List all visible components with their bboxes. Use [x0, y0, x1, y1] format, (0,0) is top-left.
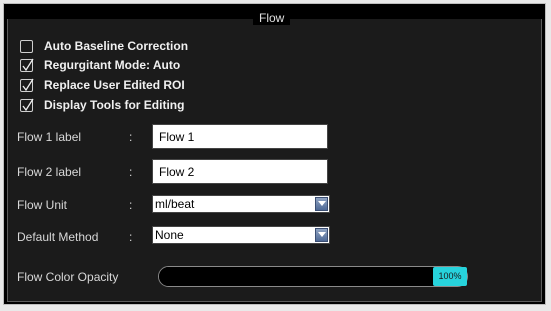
opacity-slider[interactable]: [158, 266, 468, 287]
opacity-label: Flow Color Opacity: [17, 270, 119, 284]
regurgitant-mode-checkbox[interactable]: [20, 58, 34, 72]
flow2-label: Flow 2 label: [17, 165, 82, 179]
display-tools-checkbox-row[interactable]: Display Tools for Editing: [20, 97, 184, 113]
replace-roi-checkbox[interactable]: [20, 78, 34, 92]
checkmark-icon: [22, 98, 34, 111]
regurgitant-mode-checkbox-row[interactable]: Regurgitant Mode: Auto: [20, 57, 180, 73]
flow2-colon: :: [129, 165, 133, 179]
display-tools-checkbox[interactable]: [20, 98, 34, 112]
default-method-select[interactable]: None: [152, 226, 330, 244]
flow2-input[interactable]: [152, 159, 328, 184]
auto-baseline-checkbox[interactable]: [20, 39, 33, 53]
flow-unit-colon: :: [129, 198, 133, 212]
default-method-value: None: [155, 228, 184, 242]
flow1-label: Flow 1 label: [17, 130, 82, 144]
default-method-label: Default Method: [17, 230, 99, 244]
replace-roi-label: Replace User Edited ROI: [44, 78, 185, 92]
auto-baseline-checkbox-row[interactable]: Auto Baseline Correction: [20, 38, 188, 54]
flow1-colon: :: [129, 130, 133, 144]
flow-unit-select[interactable]: ml/beat: [152, 195, 330, 213]
regurgitant-mode-label: Regurgitant Mode: Auto: [44, 58, 181, 72]
chevron-down-icon[interactable]: [315, 197, 328, 211]
flow-unit-label: Flow Unit: [17, 198, 68, 212]
flow-unit-value: ml/beat: [155, 197, 195, 211]
auto-baseline-label: Auto Baseline Correction: [44, 39, 189, 53]
flow1-input[interactable]: [152, 124, 328, 149]
replace-roi-checkbox-row[interactable]: Replace User Edited ROI: [20, 77, 185, 93]
group-title: Flow: [253, 11, 291, 25]
checkmark-icon: [22, 58, 34, 71]
chevron-down-icon[interactable]: [315, 228, 328, 242]
display-tools-label: Display Tools for Editing: [44, 98, 185, 112]
default-method-colon: :: [129, 230, 133, 244]
opacity-slider-fill: [159, 267, 467, 286]
opacity-slider-thumb[interactable]: 100%: [433, 267, 467, 286]
checkmark-icon: [22, 78, 34, 91]
